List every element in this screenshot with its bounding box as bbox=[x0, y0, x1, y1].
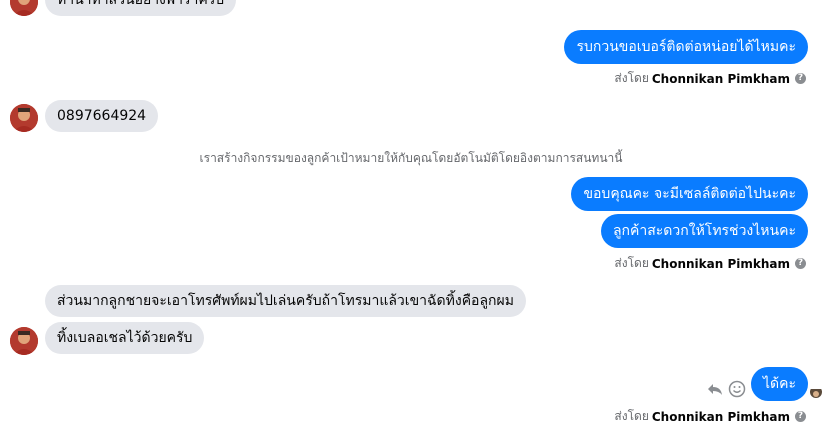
message-bubble[interactable]: ลูกค้าสะดวกให้โทรช่วงไหนคะ bbox=[600, 214, 808, 248]
emoji-icon[interactable] bbox=[728, 380, 746, 402]
help-icon[interactable]: ? bbox=[795, 258, 806, 269]
help-icon[interactable]: ? bbox=[795, 411, 806, 422]
message-bubble[interactable]: ทำนาทำสวนอย่างพาราครับ bbox=[45, 0, 237, 16]
message-bubble[interactable]: 0897664924 bbox=[45, 100, 159, 132]
sent-by-prefix: ส่งโดย bbox=[614, 71, 649, 85]
message-text: ส่วนมากลูกชายจะเอาโทรศัพท์ผมไปเล่นครับถ้… bbox=[57, 293, 514, 309]
message-bubble[interactable]: ขอบคุณคะ จะมีเซลล์ติดต่อไปนะคะ bbox=[571, 177, 808, 211]
sent-by-label: ส่งโดย Chonnikan Pimkham ? bbox=[614, 407, 806, 426]
reply-icon[interactable] bbox=[706, 380, 724, 402]
message-text: ทิ้งเบลอเชลไว้ด้วยครับ bbox=[57, 330, 193, 346]
system-note: เราสร้างกิจกรรมของลูกค้าเป้าหมายให้กับคุ… bbox=[199, 151, 623, 165]
message-text: รบกวนขอเบอร์ติดต่อหน่อยได้ไหมคะ bbox=[576, 39, 796, 55]
sent-by-prefix: ส่งโดย bbox=[614, 256, 649, 270]
help-icon[interactable]: ? bbox=[795, 73, 806, 84]
message-text: 0897664924 bbox=[57, 108, 147, 124]
message-text: ลูกค้าสะดวกให้โทรช่วงไหนคะ bbox=[612, 223, 796, 239]
message-text: ได้คะ bbox=[762, 376, 796, 392]
avatar bbox=[10, 327, 38, 355]
sender-name: Chonnikan Pimkham bbox=[651, 256, 790, 271]
message-bubble[interactable]: ทิ้งเบลอเชลไว้ด้วยครับ bbox=[45, 322, 205, 354]
message-text: ขอบคุณคะ จะมีเซลล์ติดต่อไปนะคะ bbox=[583, 186, 796, 202]
sent-by-prefix: ส่งโดย bbox=[614, 409, 649, 423]
message-text: ทำนาทำสวนอย่างพาราครับ bbox=[57, 0, 225, 8]
message-bubble[interactable]: รบกวนขอเบอร์ติดต่อหน่อยได้ไหมคะ bbox=[564, 30, 808, 64]
sender-name: Chonnikan Pimkham bbox=[651, 71, 790, 86]
sent-by-label: ส่งโดย Chonnikan Pimkham ? bbox=[614, 69, 806, 88]
sender-name: Chonnikan Pimkham bbox=[651, 409, 790, 424]
avatar bbox=[10, 0, 38, 16]
sent-by-label: ส่งโดย Chonnikan Pimkham ? bbox=[614, 254, 806, 273]
seen-avatar bbox=[810, 386, 822, 398]
message-bubble[interactable]: ส่วนมากลูกชายจะเอาโทรศัพท์ผมไปเล่นครับถ้… bbox=[45, 285, 526, 317]
message-bubble[interactable]: ได้คะ bbox=[750, 367, 808, 401]
avatar bbox=[10, 104, 38, 132]
